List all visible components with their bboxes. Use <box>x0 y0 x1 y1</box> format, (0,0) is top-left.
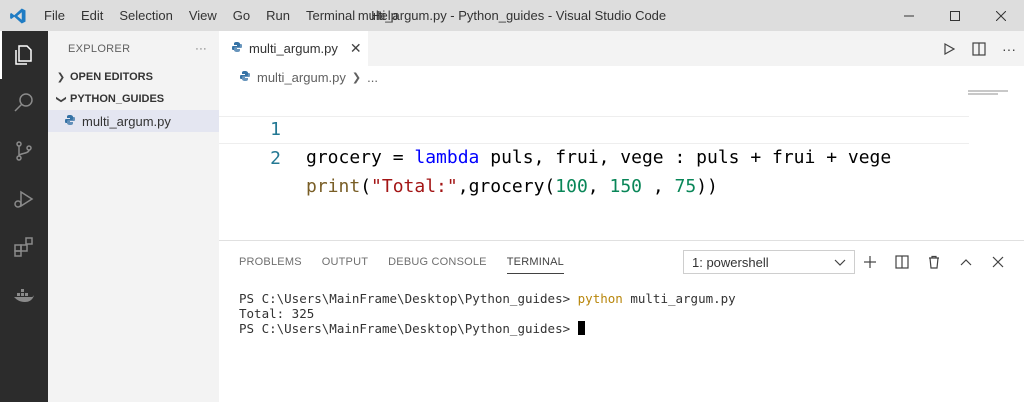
breadcrumb-file[interactable]: multi_argum.py <box>257 70 346 85</box>
open-editors-section[interactable]: ❯ OPEN EDITORS <box>48 66 219 88</box>
run-file-icon[interactable] <box>934 31 964 66</box>
minimize-button[interactable] <box>886 0 932 31</box>
menu-help[interactable]: Help <box>363 0 406 31</box>
file-item-multi-argum[interactable]: multi_argum.py <box>48 110 219 132</box>
code-text: print("Total:",grocery(100, 150 , 75)) <box>306 176 718 197</box>
panel-tabs: PROBLEMS OUTPUT DEBUG CONSOLE TERMINAL <box>219 241 584 283</box>
more-editor-actions-icon[interactable]: ··· <box>994 31 1024 66</box>
vscode-logo-icon <box>0 0 36 31</box>
menu-edit[interactable]: Edit <box>73 0 111 31</box>
search-icon[interactable] <box>0 79 48 127</box>
tab-output[interactable]: OUTPUT <box>322 241 368 283</box>
explorer-sidebar: EXPLORER ··· ❯ OPEN EDITORS ❯ PYTHON_GUI… <box>48 31 219 402</box>
window-controls <box>886 0 1024 31</box>
breadcrumb-more[interactable]: ... <box>367 70 378 85</box>
more-actions-icon[interactable]: ··· <box>195 43 207 55</box>
chevron-up-icon[interactable] <box>950 250 982 274</box>
tab-terminal[interactable]: TERMINAL <box>506 250 564 274</box>
menu-terminal[interactable]: Terminal <box>298 0 363 31</box>
chevron-right-icon: ❯ <box>56 71 66 83</box>
python-file-icon <box>64 114 76 129</box>
bottom-panel: PROBLEMS OUTPUT DEBUG CONSOLE TERMINAL 1… <box>219 240 1024 402</box>
explorer-header: EXPLORER ··· <box>48 31 219 66</box>
editor-tab-bar: multi_argum.py ✕ ··· <box>219 31 1024 66</box>
close-panel-icon[interactable] <box>982 250 1014 274</box>
chevron-right-icon: ❯ <box>351 71 362 84</box>
python-file-icon <box>239 70 251 85</box>
panel-actions <box>854 250 1014 274</box>
source-control-icon[interactable] <box>0 127 48 175</box>
extensions-icon[interactable] <box>0 223 48 271</box>
python-file-icon <box>231 41 243 56</box>
terminal-args: multi_argum.py <box>622 291 736 306</box>
terminal-output[interactable]: PS C:\Users\MainFrame\Desktop\Python_gui… <box>239 291 736 336</box>
menu-selection[interactable]: Selection <box>111 0 180 31</box>
close-window-button[interactable] <box>978 0 1024 31</box>
split-editor-icon[interactable] <box>964 31 994 66</box>
new-terminal-icon[interactable] <box>854 250 886 274</box>
terminal-line-3: PS C:\Users\MainFrame\Desktop\Python_gui… <box>239 321 736 336</box>
terminal-prompt: PS C:\Users\MainFrame\Desktop\Python_gui… <box>239 321 578 336</box>
menu-go[interactable]: Go <box>225 0 258 31</box>
breadcrumb: multi_argum.py ❯ ... <box>219 66 1024 88</box>
menu-view[interactable]: View <box>181 0 225 31</box>
tab-label: multi_argum.py <box>249 41 338 56</box>
terminal-select-value: 1: powershell <box>692 254 769 270</box>
trash-icon[interactable] <box>918 250 950 274</box>
activity-bar <box>0 31 48 402</box>
terminal-cursor <box>577 321 585 335</box>
maximize-button[interactable] <box>932 0 978 31</box>
editor-actions: ··· <box>934 31 1024 66</box>
line-number: 2 <box>270 148 281 169</box>
minimap[interactable] <box>968 88 1024 240</box>
tab-problems[interactable]: PROBLEMS <box>239 241 302 283</box>
code-text: grocery = lambda puls, frui, vege : puls… <box>306 147 892 168</box>
menu-bar: File Edit Selection View Go Run Terminal… <box>36 0 406 31</box>
terminal-select[interactable]: 1: powershell <box>683 250 855 274</box>
explorer-title: EXPLORER <box>68 42 131 55</box>
tab-debug-console[interactable]: DEBUG CONSOLE <box>388 241 487 283</box>
title-bar: File Edit Selection View Go Run Terminal… <box>0 0 1024 31</box>
terminal-line-1: PS C:\Users\MainFrame\Desktop\Python_gui… <box>239 291 736 306</box>
file-label: multi_argum.py <box>82 113 171 129</box>
chevron-down-icon: ❯ <box>55 94 67 104</box>
terminal-command: python <box>577 291 623 306</box>
python-guides-label: PYTHON_GUIDES <box>70 93 165 105</box>
code-line-2: 2 print("Total:",grocery(100, 150 , 75)) <box>219 116 969 197</box>
close-tab-icon[interactable]: ✕ <box>350 40 362 57</box>
terminal-line-2: Total: 325 <box>239 306 315 321</box>
run-debug-icon[interactable] <box>0 175 48 223</box>
menu-file[interactable]: File <box>36 0 73 31</box>
docker-icon[interactable] <box>0 271 48 319</box>
explorer-icon[interactable] <box>0 31 48 79</box>
chevron-down-icon <box>834 255 846 270</box>
code-line-1: 1 grocery = lambda puls, frui, vege : pu… <box>219 88 969 168</box>
open-editors-label: OPEN EDITORS <box>70 71 153 83</box>
terminal-prompt: PS C:\Users\MainFrame\Desktop\Python_gui… <box>239 291 578 306</box>
tab-multi-argum[interactable]: multi_argum.py ✕ <box>219 31 368 66</box>
menu-run[interactable]: Run <box>258 0 298 31</box>
code-editor[interactable]: 1 grocery = lambda puls, frui, vege : pu… <box>219 88 1024 240</box>
python-guides-section[interactable]: ❯ PYTHON_GUIDES <box>48 88 219 110</box>
split-terminal-icon[interactable] <box>886 250 918 274</box>
